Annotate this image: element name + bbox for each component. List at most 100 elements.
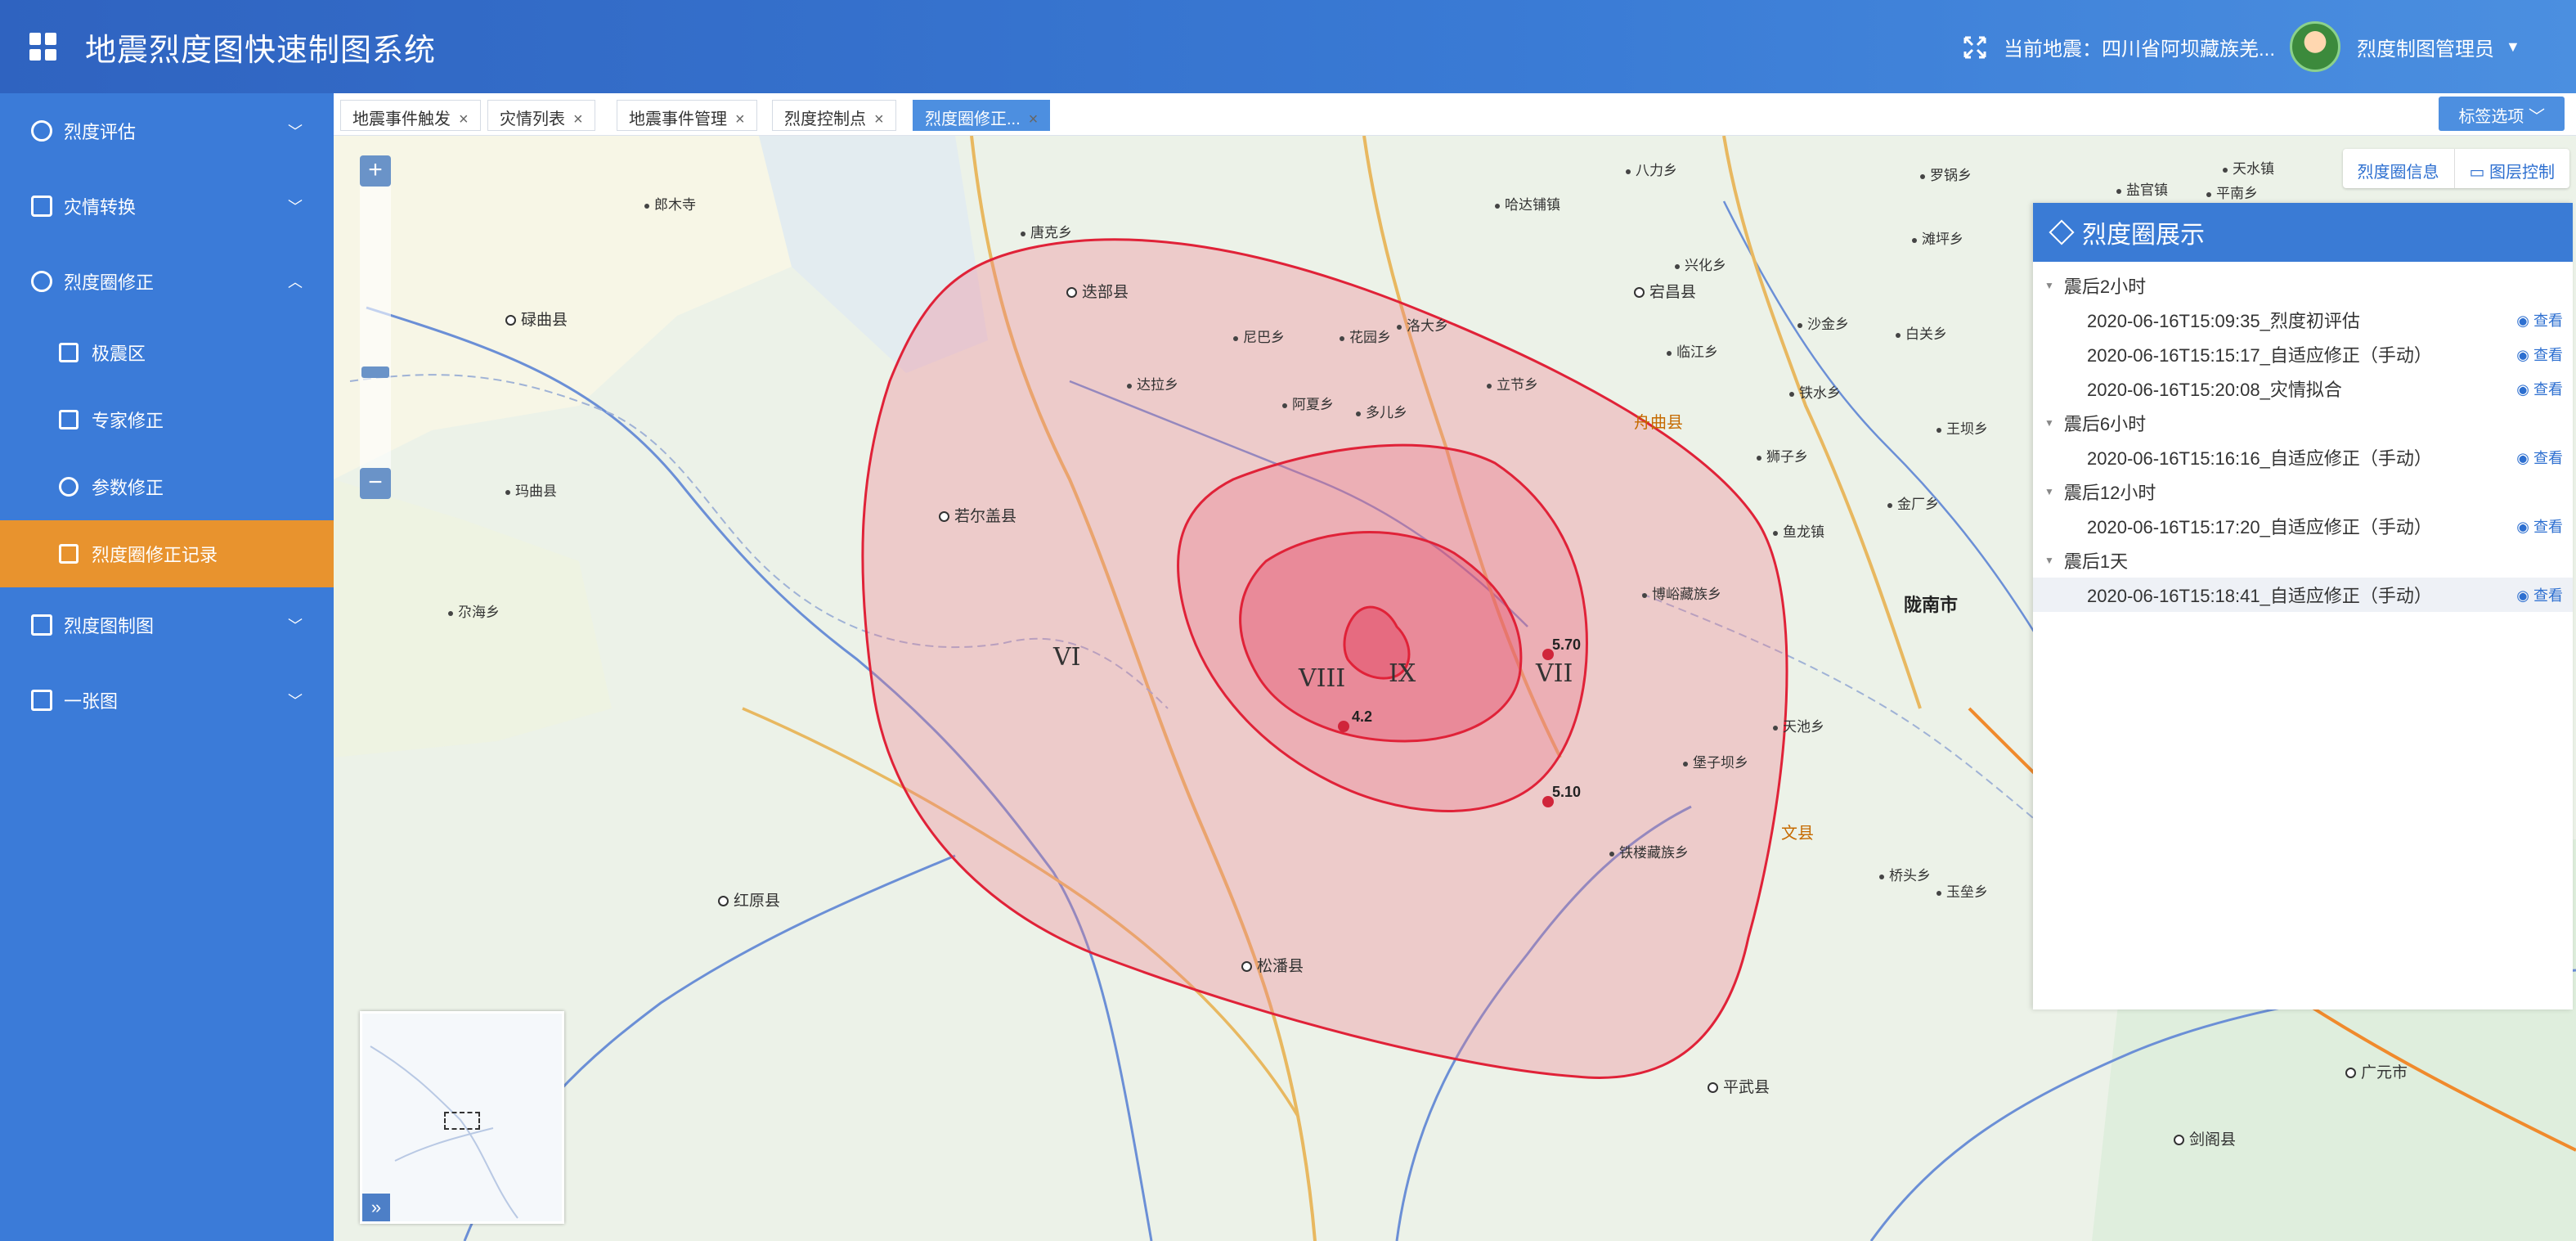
tree-group[interactable]: ▼ 震后12小时 xyxy=(2033,474,2573,509)
map-label: 鱼龙镇 xyxy=(1773,520,1824,541)
sidebar-item-one-map[interactable]: 一张图 ﹀ xyxy=(0,663,334,738)
apps-grid-icon[interactable] xyxy=(29,33,57,61)
map-label: 洛大乡 xyxy=(1397,314,1448,335)
zoom-out-button[interactable]: − xyxy=(360,468,391,499)
view-button[interactable]: ◉ 查看 xyxy=(2516,344,2563,365)
tab-quake-manage[interactable]: 地震事件管理 × xyxy=(617,100,757,131)
caret-down-icon: ▼ xyxy=(2044,280,2054,291)
map-label: 舟曲县 xyxy=(1634,414,1683,432)
map-label: 剑阁县 xyxy=(2174,1127,2236,1149)
app-title: 地震烈度图快速制图系统 xyxy=(85,34,437,68)
tree-row[interactable]: 2020-06-16T15:16:16_自适应修正（手动） ◉ 查看 xyxy=(2033,440,2573,474)
map-label: 滩坪乡 xyxy=(1912,227,1963,248)
chevron-down-icon: ﹀ xyxy=(288,199,303,215)
zoom-in-button[interactable]: + xyxy=(360,155,391,187)
image-icon xyxy=(31,614,52,636)
map-label: 罗锅乡 xyxy=(1920,164,1972,184)
current-quake-label: 当前地震：四川省阿坝藏族羌... xyxy=(2004,38,2276,61)
tree-row[interactable]: 2020-06-16T15:17:20_自适应修正（手动） ◉ 查看 xyxy=(2033,509,2573,543)
group-label: 震后1天 xyxy=(2063,551,2129,572)
chevron-down-icon: ▼ xyxy=(2506,38,2520,55)
map-label: 阿夏乡 xyxy=(1282,393,1334,413)
view-button[interactable]: ◉ 查看 xyxy=(2516,515,2563,537)
tab-options-button[interactable]: 标签选项 ﹀ xyxy=(2439,97,2565,131)
group-label: 震后12小时 xyxy=(2063,483,2156,503)
sidebar-item-intensity-correction[interactable]: 烈度圈修正 ︿ xyxy=(0,244,334,319)
map-label: 金厂乡 xyxy=(1887,492,1939,513)
intensity-info-button[interactable]: 烈度圈信息 xyxy=(2343,149,2454,188)
tab-intensity-correction[interactable]: 烈度圈修正... × xyxy=(913,100,1051,131)
chevron-down-icon: ﹀ xyxy=(288,618,303,634)
map-label: 碌曲县 xyxy=(505,308,568,330)
map-label: 铁楼藏族乡 xyxy=(1609,841,1689,861)
sidebar-item-epicentral-zone[interactable]: 极震区 xyxy=(0,319,334,386)
panel-title: 烈度圈展示 xyxy=(2082,222,2205,249)
group-label: 震后2小时 xyxy=(2063,277,2147,297)
eye-icon: ◉ xyxy=(2516,312,2533,329)
map-label: 堡子坝乡 xyxy=(1683,751,1748,771)
tab-control-points[interactable]: 烈度控制点 × xyxy=(772,100,896,131)
tab-label: 地震事件管理 xyxy=(629,110,727,128)
map-label: 天水镇 xyxy=(2223,157,2274,178)
sidebar-item-intensity-mapping[interactable]: 烈度图制图 ﹀ xyxy=(0,587,334,663)
map-label: 博峪藏族乡 xyxy=(1642,582,1721,603)
eye-icon: ◉ xyxy=(2516,347,2533,363)
view-label: 查看 xyxy=(2533,312,2563,329)
tab-disaster-list[interactable]: 灾情列表 × xyxy=(487,100,595,131)
close-icon[interactable]: × xyxy=(459,110,469,128)
tree-group[interactable]: ▼ 震后6小时 xyxy=(2033,406,2573,440)
map-icon xyxy=(59,544,79,564)
current-quake[interactable]: 当前地震：四川省阿坝藏族羌... xyxy=(1963,33,2275,61)
tab-quake-trigger[interactable]: 地震事件触发 × xyxy=(340,100,481,131)
intensity-label-ix: IX xyxy=(1389,659,1416,688)
tree-row[interactable]: 2020-06-16T15:09:35_烈度初评估 ◉ 查看 xyxy=(2033,303,2573,337)
group-label: 震后6小时 xyxy=(2063,414,2147,434)
map-label: 兴化乡 xyxy=(1675,254,1726,274)
sidebar-item-disaster-convert[interactable]: 灾情转换 ﹀ xyxy=(0,169,334,244)
map-label: 若尔盖县 xyxy=(939,504,1016,526)
map-label: 铁水乡 xyxy=(1789,381,1841,402)
map-label: 文县 xyxy=(1781,825,1814,843)
close-icon[interactable]: × xyxy=(874,110,884,128)
map-label: 盐官镇 xyxy=(2116,178,2168,199)
epicenter-magnitude: 5.70 xyxy=(1552,636,1582,653)
intensity-label-vi: VI xyxy=(1053,643,1081,672)
view-label: 查看 xyxy=(2533,347,2563,363)
tree-row[interactable]: 2020-06-16T15:18:41_自适应修正（手动） ◉ 查看 xyxy=(2033,578,2573,612)
tree-row[interactable]: 2020-06-16T15:20:08_灾情拟合 ◉ 查看 xyxy=(2033,371,2573,406)
tab-bar: 地震事件触发 × 灾情列表 × 地震事件管理 × 烈度控制点 × 烈度圈修正... × 标… xyxy=(334,93,2576,136)
map-label: 平武县 xyxy=(1708,1075,1770,1097)
user-menu[interactable]: 烈度制图管理员 ▼ xyxy=(2290,21,2520,72)
map-label: 沙金乡 xyxy=(1797,312,1849,333)
fullscreen-icon[interactable] xyxy=(1963,35,1987,60)
close-icon[interactable]: × xyxy=(735,110,745,128)
sidebar-item-param-correction[interactable]: 参数修正 xyxy=(0,453,334,520)
overview-viewport-box[interactable] xyxy=(444,1112,480,1130)
sidebar-item-intensity-eval[interactable]: 烈度评估 ﹀ xyxy=(0,93,334,169)
zoom-slider-handle[interactable] xyxy=(361,366,389,378)
view-button[interactable]: ◉ 查看 xyxy=(2516,309,2563,330)
signal-icon xyxy=(31,271,52,292)
close-icon[interactable]: × xyxy=(573,110,583,128)
tree-group[interactable]: ▼ 震后2小时 xyxy=(2033,268,2573,303)
close-icon[interactable]: × xyxy=(1029,110,1039,128)
view-label: 查看 xyxy=(2533,381,2563,398)
epicenter-magnitude: 4.2 xyxy=(1352,708,1373,725)
caret-down-icon: ▼ xyxy=(2044,486,2054,497)
record-tree: ▼ 震后2小时 2020-06-16T15:09:35_烈度初评估 ◉ 查看 202… xyxy=(2033,262,2573,612)
overview-toggle-button[interactable]: » xyxy=(362,1194,390,1221)
avatar xyxy=(2290,21,2340,72)
view-label: 查看 xyxy=(2533,587,2563,604)
sidebar-item-correction-records[interactable]: 烈度圈修正记录 xyxy=(0,520,334,587)
tree-row[interactable]: 2020-06-16T15:15:17_自适应修正（手动） ◉ 查看 xyxy=(2033,337,2573,371)
tree-group[interactable]: ▼ 震后1天 xyxy=(2033,543,2573,578)
map-label: 八力乡 xyxy=(1626,159,1677,179)
sidebar-item-expert-correction[interactable]: 专家修正 xyxy=(0,386,334,453)
overview-map[interactable]: » xyxy=(360,1011,564,1224)
map-label: 玉垒乡 xyxy=(1936,880,1988,901)
intensity-panel: 烈度圈展示 ▼ 震后2小时 2020-06-16T15:09:35_烈度初评估 ◉ … xyxy=(2033,203,2573,1009)
view-button[interactable]: ◉ 查看 xyxy=(2516,447,2563,468)
view-button[interactable]: ◉ 查看 xyxy=(2516,584,2563,605)
layer-control-button[interactable]: ▭ 图层控制 xyxy=(2453,149,2569,188)
view-button[interactable]: ◉ 查看 xyxy=(2516,378,2563,399)
